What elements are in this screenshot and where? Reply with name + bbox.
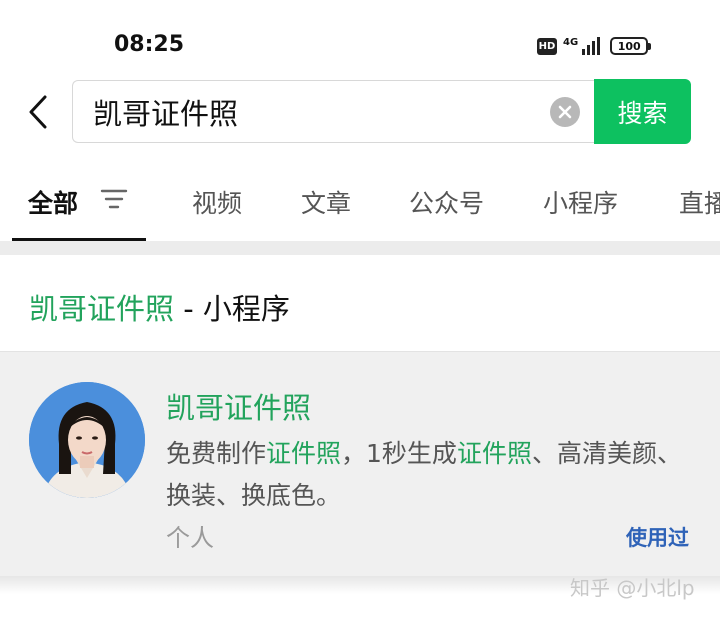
desc-highlight: 证件照 xyxy=(456,439,532,468)
section-keyword: 凯哥证件照 xyxy=(29,292,175,326)
status-icons: HD 4G 100 xyxy=(537,35,652,57)
mini-program-result[interactable]: 凯哥证件照 免费制作证件照，1秒生成证件照、高清美颜、换装、换底色。 个人 使用… xyxy=(0,351,720,577)
status-time: 08:25 xyxy=(114,32,185,57)
filter-icon[interactable] xyxy=(100,187,128,211)
tab-all[interactable]: 全部 xyxy=(28,184,78,220)
network-type: 4G xyxy=(563,37,579,48)
portrait-image xyxy=(29,382,145,498)
watermark: 知乎 @小北lp xyxy=(570,576,695,600)
divider xyxy=(0,241,720,255)
close-icon xyxy=(558,105,572,119)
desc-text: ，1秒生成 xyxy=(341,439,457,468)
tab-mini-programs[interactable]: 小程序 xyxy=(543,184,618,220)
section-suffix: - 小程序 xyxy=(174,292,290,326)
desc-text: 免费制作 xyxy=(166,439,267,468)
clear-icon[interactable] xyxy=(550,97,580,127)
section-header: 凯哥证件照 - 小程序 xyxy=(29,286,290,328)
tab-articles[interactable]: 文章 xyxy=(301,184,351,220)
back-button[interactable] xyxy=(20,92,56,132)
tab-official-accounts[interactable]: 公众号 xyxy=(409,184,484,220)
result-description: 免费制作证件照，1秒生成证件照、高清美颜、换装、换底色。 xyxy=(166,433,686,517)
search-input[interactable] xyxy=(93,91,533,133)
avatar xyxy=(29,382,145,498)
tab-video[interactable]: 视频 xyxy=(192,184,242,220)
search-box[interactable] xyxy=(72,80,594,143)
hd-icon: HD xyxy=(537,37,557,55)
signal-icon: 4G xyxy=(563,37,601,55)
tab-live[interactable]: 直播 xyxy=(679,184,720,220)
search-button[interactable]: 搜索 xyxy=(594,79,691,144)
status-bar: 08:25 HD 4G 100 xyxy=(0,0,720,70)
battery-icon: 100 xyxy=(610,37,652,55)
used-badge: 使用过 xyxy=(626,526,689,550)
account-type: 个人 xyxy=(166,524,214,552)
desc-highlight: 证件照 xyxy=(266,439,342,468)
chevron-left-icon xyxy=(29,95,47,129)
result-title[interactable]: 凯哥证件照 xyxy=(166,385,311,427)
tab-bar: 全部 视频 文章 公众号 小程序 直播 xyxy=(0,165,720,242)
